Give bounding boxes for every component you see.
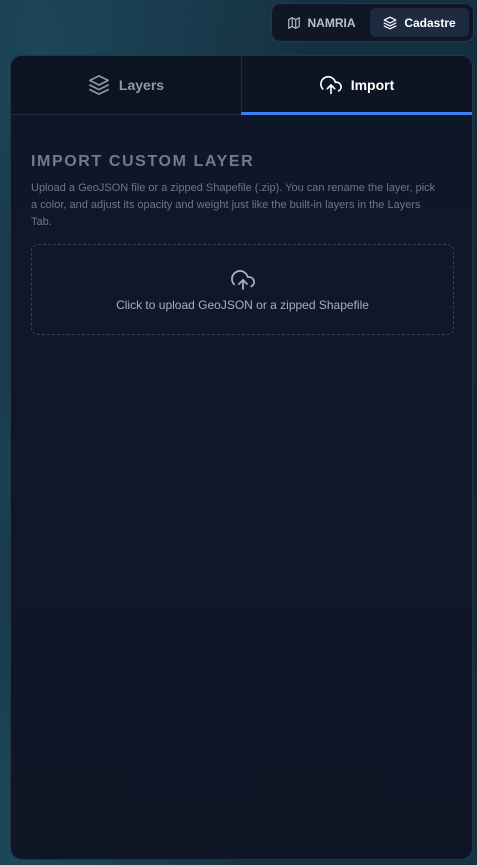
side-panel: Layers Import IMPORT CUSTOM LAYER Upload… xyxy=(10,55,473,860)
tab-import[interactable]: Import xyxy=(242,56,472,114)
tab-layers[interactable]: Layers xyxy=(11,56,242,114)
layers-icon xyxy=(383,16,397,29)
tab-import-label: Import xyxy=(350,77,395,93)
cloud-upload-icon xyxy=(230,269,255,290)
basemap-toggle: NAMRIA Cadastre xyxy=(271,3,474,42)
import-section: IMPORT CUSTOM LAYER Upload a GeoJSON fil… xyxy=(11,153,472,335)
map-icon xyxy=(287,16,300,29)
namria-button[interactable]: NAMRIA xyxy=(276,8,366,37)
panel-tabs: Layers Import xyxy=(11,56,472,115)
upload-dropzone[interactable]: Click to upload GeoJSON or a zipped Shap… xyxy=(31,244,454,335)
tab-layers-label: Layers xyxy=(118,77,165,93)
layers-icon xyxy=(88,75,109,95)
upload-label: Click to upload GeoJSON or a zipped Shap… xyxy=(116,297,369,312)
cloud-upload-icon xyxy=(319,75,342,95)
section-description: Upload a GeoJSON file or a zipped Shapef… xyxy=(31,182,436,228)
namria-label: NAMRIA xyxy=(307,15,356,30)
cadastre-label: Cadastre xyxy=(404,15,456,30)
section-title: IMPORT CUSTOM LAYER xyxy=(31,153,255,170)
cadastre-button[interactable]: Cadastre xyxy=(370,8,469,37)
